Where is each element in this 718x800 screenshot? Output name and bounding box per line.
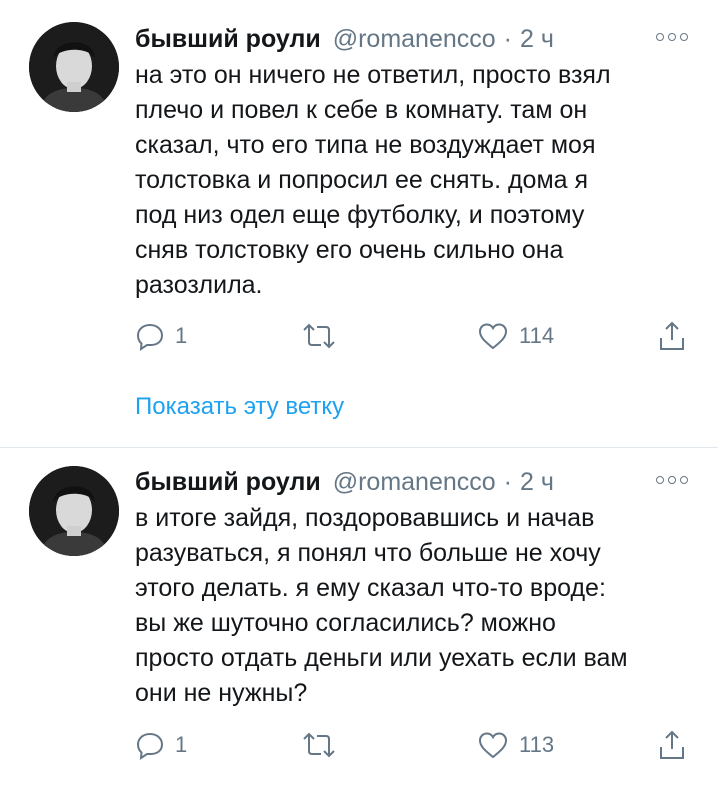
share-button[interactable]: [657, 319, 687, 353]
reply-button[interactable]: 1: [135, 728, 187, 762]
tweet-text: на это он ничего не ответил, просто взял…: [135, 61, 611, 299]
retweet-button[interactable]: [302, 319, 336, 353]
tweet-actions: 1 114: [135, 319, 695, 353]
author-name[interactable]: бывший роули: [135, 25, 321, 54]
separator-dot: ·: [503, 467, 512, 496]
reply-button[interactable]: 1: [135, 319, 187, 353]
tweet[interactable]: бывший роули @romanencco · 2 ч на это он…: [0, 0, 718, 447]
retweet-icon: [303, 323, 335, 349]
more-icon[interactable]: [656, 473, 688, 487]
timestamp[interactable]: 2 ч: [520, 468, 554, 497]
like-button[interactable]: 113: [477, 728, 554, 762]
separator-dot: ·: [503, 24, 512, 53]
author-handle[interactable]: @romanencco: [333, 468, 496, 497]
like-count: 114: [519, 323, 555, 348]
author-name[interactable]: бывший роули: [135, 468, 321, 497]
retweet-button[interactable]: [302, 728, 336, 762]
reply-icon: [136, 323, 164, 351]
show-thread-link[interactable]: Показать эту ветку: [135, 393, 344, 421]
tweet-text: в итоге зайдя, поздоровавшись и начав ра…: [135, 504, 628, 707]
reply-count: 1: [175, 323, 188, 348]
like-button[interactable]: 114: [477, 319, 554, 353]
heart-icon: [478, 732, 508, 759]
more-icon[interactable]: [656, 30, 688, 44]
share-icon: [660, 321, 684, 350]
share-button[interactable]: [657, 728, 687, 762]
tweet-actions: 1 113: [135, 728, 695, 762]
reply-count: 1: [175, 732, 188, 757]
like-count: 113: [519, 732, 555, 757]
heart-icon: [478, 323, 508, 350]
avatar[interactable]: [29, 466, 119, 556]
timestamp[interactable]: 2 ч: [520, 25, 554, 54]
avatar[interactable]: [29, 22, 119, 112]
reply-icon: [136, 732, 164, 760]
tweet-header: бывший роули @romanencco · 2 ч: [135, 24, 688, 54]
retweet-icon: [303, 732, 335, 758]
tweet-header: бывший роули @romanencco · 2 ч: [135, 467, 688, 497]
share-icon: [660, 730, 684, 759]
tweet[interactable]: бывший роули @romanencco · 2 ч в итоге з…: [0, 448, 718, 800]
author-handle[interactable]: @romanencco: [333, 25, 496, 54]
